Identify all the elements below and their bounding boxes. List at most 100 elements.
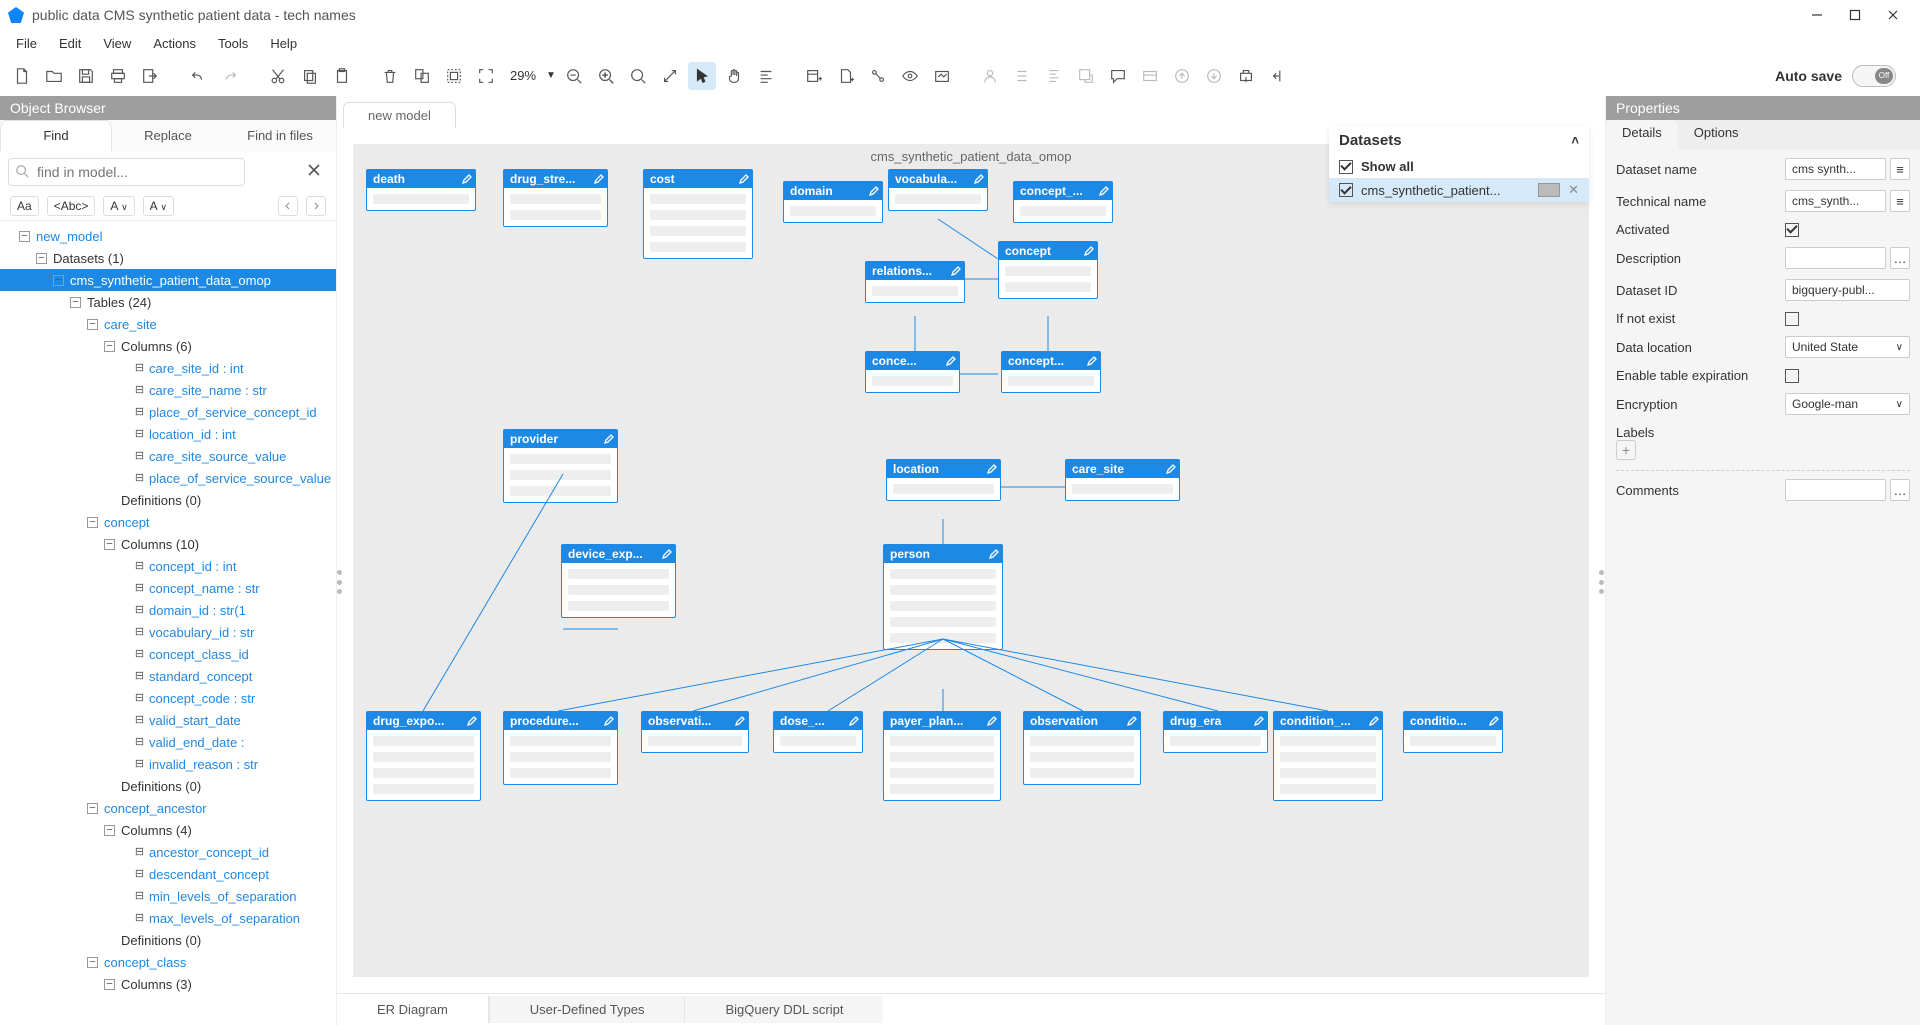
tree-column[interactable]: ⊟valid_end_date : <box>0 731 336 753</box>
autosave-toggle[interactable]: Off <box>1852 65 1896 87</box>
close-button[interactable] <box>1874 1 1912 29</box>
link-button[interactable] <box>1072 62 1100 90</box>
splitter-right[interactable] <box>1599 570 1605 594</box>
object-tree[interactable]: −new_model−Datasets (1)−cms_synthetic_pa… <box>0 221 336 1025</box>
edit-icon[interactable] <box>1166 463 1176 473</box>
tab-options[interactable]: Options <box>1678 120 1755 150</box>
entity-care_site2[interactable]: care_site <box>1065 459 1180 501</box>
screenshot-button[interactable] <box>928 62 956 90</box>
find-prev[interactable] <box>278 196 298 216</box>
maximize-button[interactable] <box>1836 1 1874 29</box>
chevron-up-icon[interactable]: ˄ <box>1571 133 1579 148</box>
edit-icon[interactable] <box>662 548 672 558</box>
tree-column[interactable]: ⊟location_id : int <box>0 423 336 445</box>
comment-button[interactable] <box>1104 62 1132 90</box>
clear-search-icon[interactable] <box>307 163 321 177</box>
cut-button[interactable] <box>264 62 292 90</box>
entity-observation[interactable]: observation <box>1023 711 1141 785</box>
description-field[interactable] <box>1785 247 1886 269</box>
tree-column[interactable]: ⊟concept_code : str <box>0 687 336 709</box>
tech-name-field[interactable]: cms_synth... <box>1785 190 1886 212</box>
entity-concept_rel[interactable]: conce... <box>865 351 960 393</box>
entity-concept_class[interactable]: concept_... <box>1013 181 1113 223</box>
edit-icon[interactable] <box>1489 715 1499 725</box>
er-canvas[interactable]: cms_synthetic_patient_data_omop Datasets… <box>353 144 1589 977</box>
tree-column[interactable]: ⊟vocabulary_id : str <box>0 621 336 643</box>
entity-provider[interactable]: provider <box>503 429 618 503</box>
filter-a1[interactable]: A ∨ <box>103 196 134 216</box>
tree-table-concept[interactable]: −concept <box>0 511 336 533</box>
edit-icon[interactable] <box>594 173 604 183</box>
tree-column[interactable]: ⊟min_levels_of_separation <box>0 885 336 907</box>
edit-icon[interactable] <box>1099 185 1109 195</box>
entity-drug_strength[interactable]: drug_stre... <box>503 169 608 227</box>
entity-observation_per[interactable]: observati... <box>641 711 749 753</box>
edit-icon[interactable] <box>869 185 879 195</box>
edit-icon[interactable] <box>739 173 749 183</box>
minimize-button[interactable] <box>1798 1 1836 29</box>
edit-icon[interactable] <box>987 463 997 473</box>
tab-udt[interactable]: User-Defined Types <box>489 996 685 1023</box>
nav-up-button[interactable] <box>1168 62 1196 90</box>
expand-button[interactable] <box>656 62 684 90</box>
tree-column[interactable]: ⊟care_site_name : str <box>0 379 336 401</box>
tree-column[interactable]: ⊟concept_class_id <box>0 643 336 665</box>
tree-column[interactable]: ⊟care_site_id : int <box>0 357 336 379</box>
filter-word[interactable]: <Abc> <box>47 196 96 216</box>
tree-datasets[interactable]: −Datasets (1) <box>0 247 336 269</box>
duplicate-button[interactable] <box>408 62 436 90</box>
menu-file[interactable]: File <box>6 33 47 54</box>
entity-domain[interactable]: domain <box>783 181 883 223</box>
menu-edit[interactable]: Edit <box>49 33 91 54</box>
tree-column[interactable]: ⊟domain_id : str(1 <box>0 599 336 621</box>
edit-icon[interactable] <box>974 173 984 183</box>
pointer-tool[interactable] <box>688 62 716 90</box>
doc-tab[interactable]: new model <box>343 102 456 128</box>
entity-relationship[interactable]: relations... <box>865 261 965 303</box>
export-button[interactable] <box>136 62 164 90</box>
tree-cols[interactable]: −Columns (4) <box>0 819 336 841</box>
collapse-panel-button[interactable] <box>1264 62 1292 90</box>
edit-icon[interactable] <box>735 715 745 725</box>
encryption-select[interactable]: Google-man∨ <box>1785 393 1910 415</box>
card-button[interactable] <box>1136 62 1164 90</box>
align-button[interactable] <box>752 62 780 90</box>
edit-icon[interactable] <box>987 715 997 725</box>
zoom-out-button[interactable] <box>560 62 588 90</box>
tree-cols[interactable]: −Columns (10) <box>0 533 336 555</box>
tree-table-concept_ancestor[interactable]: −concept_ancestor <box>0 797 336 819</box>
entity-procedure[interactable]: procedure... <box>503 711 618 785</box>
user-button[interactable] <box>976 62 1004 90</box>
enable-exp-checkbox[interactable] <box>1785 369 1799 383</box>
entity-concept_syn[interactable]: concept... <box>1001 351 1101 393</box>
select-all-button[interactable] <box>440 62 468 90</box>
redo-button[interactable] <box>216 62 244 90</box>
entity-cost[interactable]: cost <box>643 169 753 259</box>
add-table-button[interactable] <box>800 62 828 90</box>
zoom-dropdown-icon[interactable]: ▼ <box>546 70 556 81</box>
edit-icon[interactable] <box>1084 245 1094 255</box>
entity-drug_expo[interactable]: drug_expo... <box>366 711 481 801</box>
sort-button[interactable] <box>1040 62 1068 90</box>
filter-case[interactable]: Aa <box>10 196 39 216</box>
tree-table-care_site[interactable]: −care_site <box>0 313 336 335</box>
dataset-remove-icon[interactable]: ✕ <box>1568 182 1579 198</box>
comments-field[interactable] <box>1785 479 1886 501</box>
edit-icon[interactable] <box>604 433 614 443</box>
edit-icon[interactable] <box>946 355 956 365</box>
labels-add-button[interactable]: + <box>1616 440 1636 460</box>
tab-find-in-files[interactable]: Find in files <box>224 120 336 152</box>
tree-column[interactable]: ⊟descendant_concept <box>0 863 336 885</box>
entity-concept[interactable]: concept <box>998 241 1098 299</box>
print-button[interactable] <box>104 62 132 90</box>
tree-defs[interactable]: Definitions (0) <box>0 775 336 797</box>
edit-icon[interactable] <box>849 715 859 725</box>
tree-tables[interactable]: −Tables (24) <box>0 291 336 313</box>
delete-button[interactable] <box>376 62 404 90</box>
edit-icon[interactable] <box>1254 715 1264 725</box>
filter-a2[interactable]: A ∨ <box>143 196 174 216</box>
tab-replace[interactable]: Replace <box>112 120 224 152</box>
edit-icon[interactable] <box>1087 355 1097 365</box>
zoom-search-button[interactable] <box>624 62 652 90</box>
tree-column[interactable]: ⊟care_site_source_value <box>0 445 336 467</box>
